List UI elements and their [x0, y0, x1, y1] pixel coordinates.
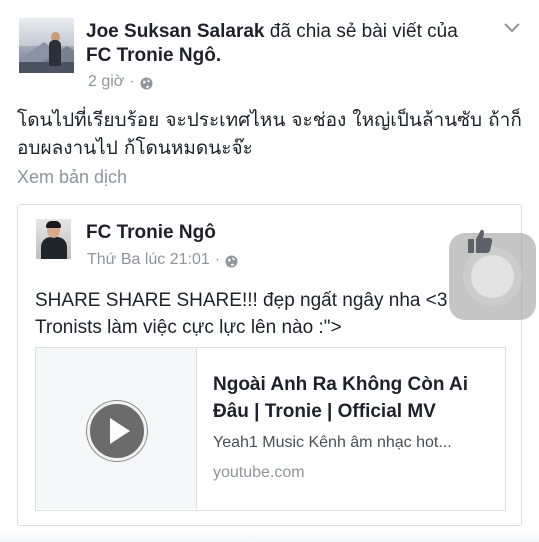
share-action-text: đã chia sẻ bài viết của: [269, 21, 458, 42]
post-text: โดนไปที่เรียบร้อย จะประเทศไหน จะช่อง ใหญ…: [17, 109, 522, 159]
post-header: Joe Suksan Salarak đã chia sẻ bài viết c…: [86, 20, 501, 68]
globe-icon[interactable]: [225, 254, 238, 267]
play-icon[interactable]: [87, 401, 147, 461]
meta-separator: ·: [129, 73, 135, 90]
post-meta: 2 giờ ·: [88, 72, 153, 92]
shared-meta-separator: ·: [214, 251, 221, 268]
shared-author-avatar[interactable]: [36, 219, 71, 259]
post-timestamp-link[interactable]: 2 giờ: [88, 72, 124, 92]
globe-icon[interactable]: [140, 76, 153, 89]
author-avatar[interactable]: [19, 18, 74, 73]
link-description: Yeah1 Music Kênh âm nhạc hot...: [213, 434, 452, 451]
shared-from-link[interactable]: FC Tronie Ngô.: [86, 45, 221, 66]
shared-author-name-link[interactable]: FC Tronie Ngô: [86, 222, 216, 244]
see-translation-link[interactable]: Xem bản dịch: [17, 166, 127, 188]
link-title[interactable]: Ngoài Anh Ra Không Còn Ai Đâu | Tronie |…: [213, 371, 493, 425]
thumbs-up-icon[interactable]: [464, 225, 496, 257]
author-name-link[interactable]: Joe Suksan Salarak: [86, 21, 265, 42]
shared-post-text: SHARE SHARE SHARE!!! đẹp ngất ngây nha <…: [35, 290, 448, 338]
shared-timestamp-link[interactable]: Thứ Ba lúc 21:01: [87, 250, 210, 270]
chevron-down-icon[interactable]: [503, 22, 521, 36]
feed-bottom-edge: [0, 532, 539, 542]
link-domain: youtube.com: [213, 464, 305, 481]
shared-post-meta: Thứ Ba lúc 21:01 ·: [87, 250, 238, 270]
